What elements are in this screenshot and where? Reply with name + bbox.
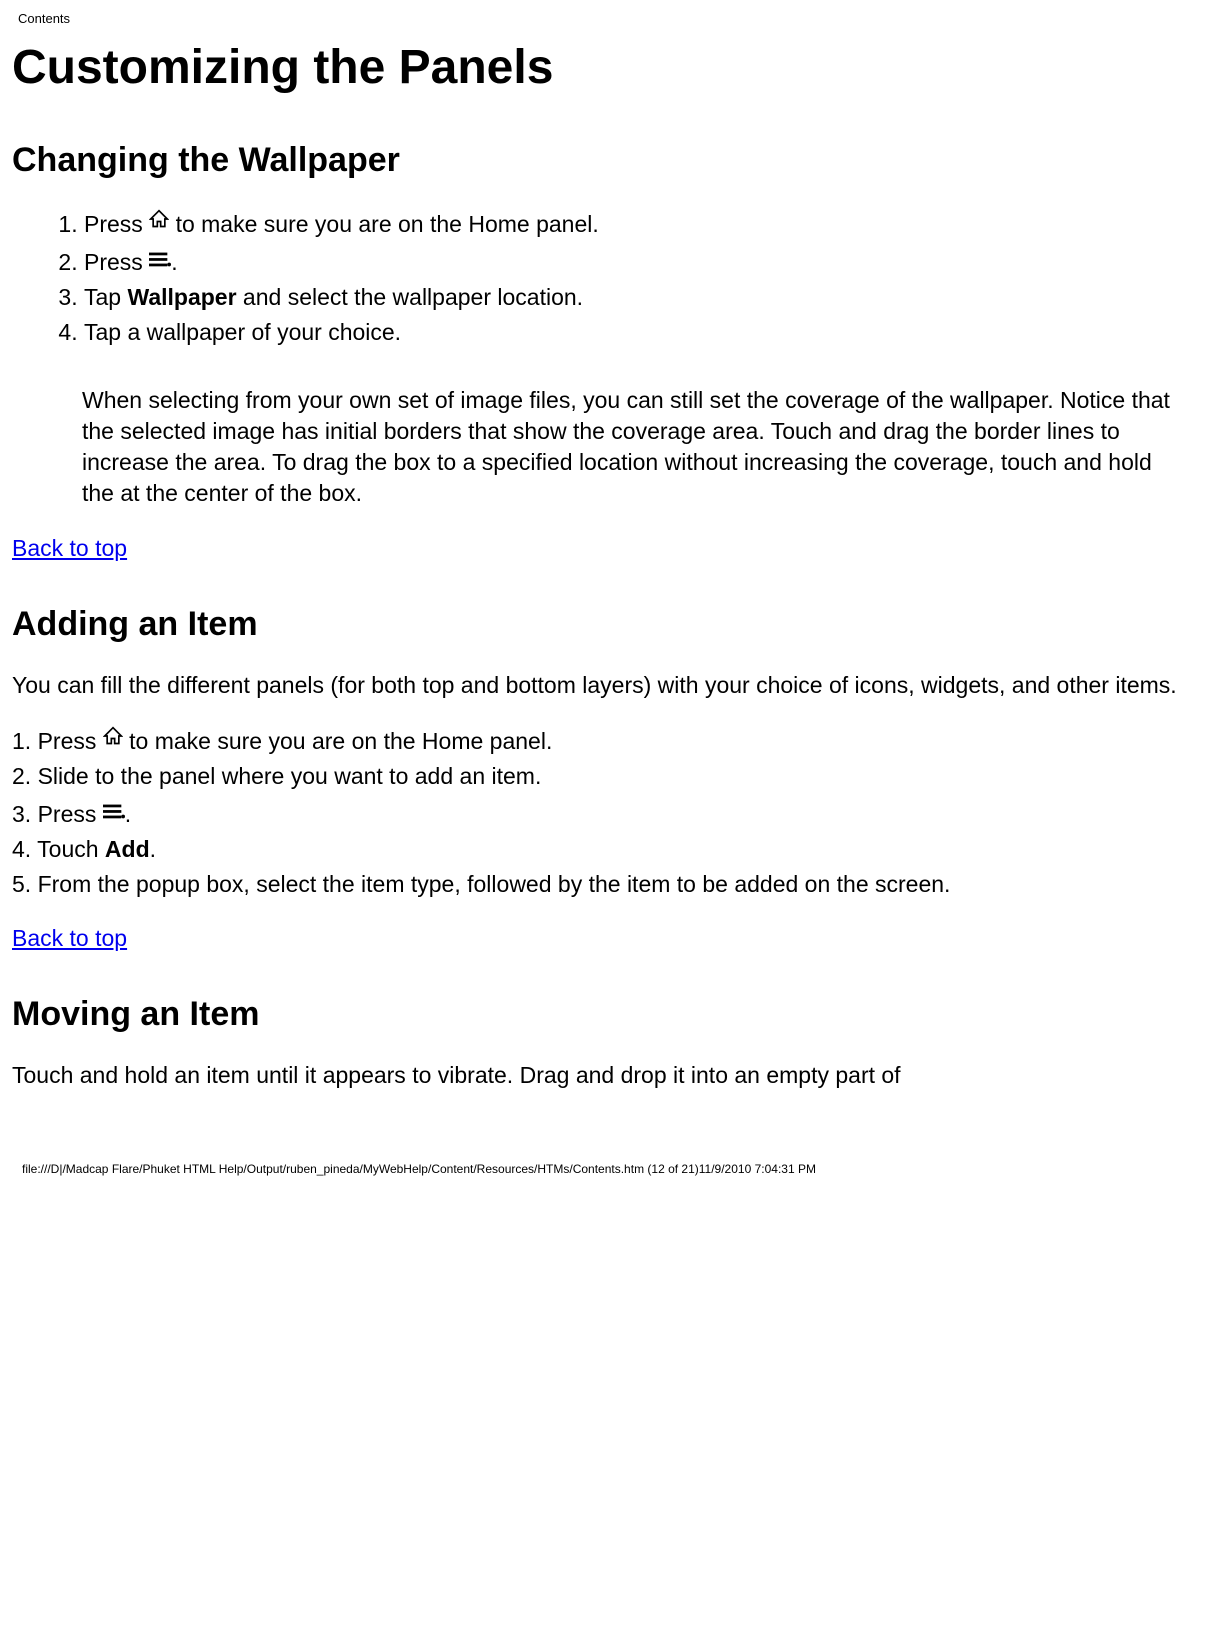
step-text: Press — [84, 249, 149, 275]
add-step-1: 1. Press to make sure you are on the Hom… — [12, 723, 1199, 757]
wallpaper-step-4: Tap a wallpaper of your choice. — [84, 317, 1199, 348]
step-text: 4. Touch — [12, 836, 105, 862]
step-text: to make sure you are on the Home panel. — [169, 211, 599, 237]
step-text: . — [125, 801, 131, 827]
add-step-5: 5. From the popup box, select the item t… — [12, 869, 1199, 900]
bold-wallpaper: Wallpaper — [127, 284, 236, 310]
section-moving-item-heading: Moving an Item — [12, 992, 1199, 1038]
add-step-3: 3. Press . — [12, 796, 1199, 830]
moving-item-text: Touch and hold an item until it appears … — [12, 1060, 1199, 1091]
header-contents-label: Contents — [18, 10, 1199, 28]
menu-icon — [103, 796, 125, 827]
menu-icon — [149, 244, 171, 275]
bold-add: Add — [105, 836, 150, 862]
wallpaper-step-3: Tap Wallpaper and select the wallpaper l… — [84, 282, 1199, 313]
adding-item-intro: You can fill the different panels (for b… — [12, 670, 1199, 701]
add-step-4: 4. Touch Add. — [12, 834, 1199, 865]
page-title: Customizing the Panels — [12, 36, 1199, 101]
back-to-top-link[interactable]: Back to top — [12, 925, 127, 951]
step-text: and select the wallpaper location. — [237, 284, 584, 310]
step-text: . — [150, 836, 156, 862]
section-adding-item-heading: Adding an Item — [12, 602, 1199, 648]
wallpaper-step-1: Press to make sure you are on the Home p… — [84, 206, 1199, 240]
step-text: to make sure you are on the Home panel. — [123, 728, 553, 754]
step-text: 1. Press — [12, 728, 103, 754]
home-icon — [103, 723, 123, 754]
footer-path: file:///D|/Madcap Flare/Phuket HTML Help… — [22, 1161, 1199, 1177]
step-text: Tap — [84, 284, 127, 310]
back-to-top-link[interactable]: Back to top — [12, 535, 127, 561]
add-step-2: 2. Slide to the panel where you want to … — [12, 761, 1199, 792]
wallpaper-steps-list: Press to make sure you are on the Home p… — [12, 206, 1199, 348]
wallpaper-note: When selecting from your own set of imag… — [82, 385, 1183, 509]
step-text: . — [171, 249, 177, 275]
home-icon — [149, 206, 169, 237]
section-changing-wallpaper-heading: Changing the Wallpaper — [12, 138, 1199, 184]
step-text: 3. Press — [12, 801, 103, 827]
step-text: Press — [84, 211, 149, 237]
wallpaper-step-2: Press . — [84, 244, 1199, 278]
